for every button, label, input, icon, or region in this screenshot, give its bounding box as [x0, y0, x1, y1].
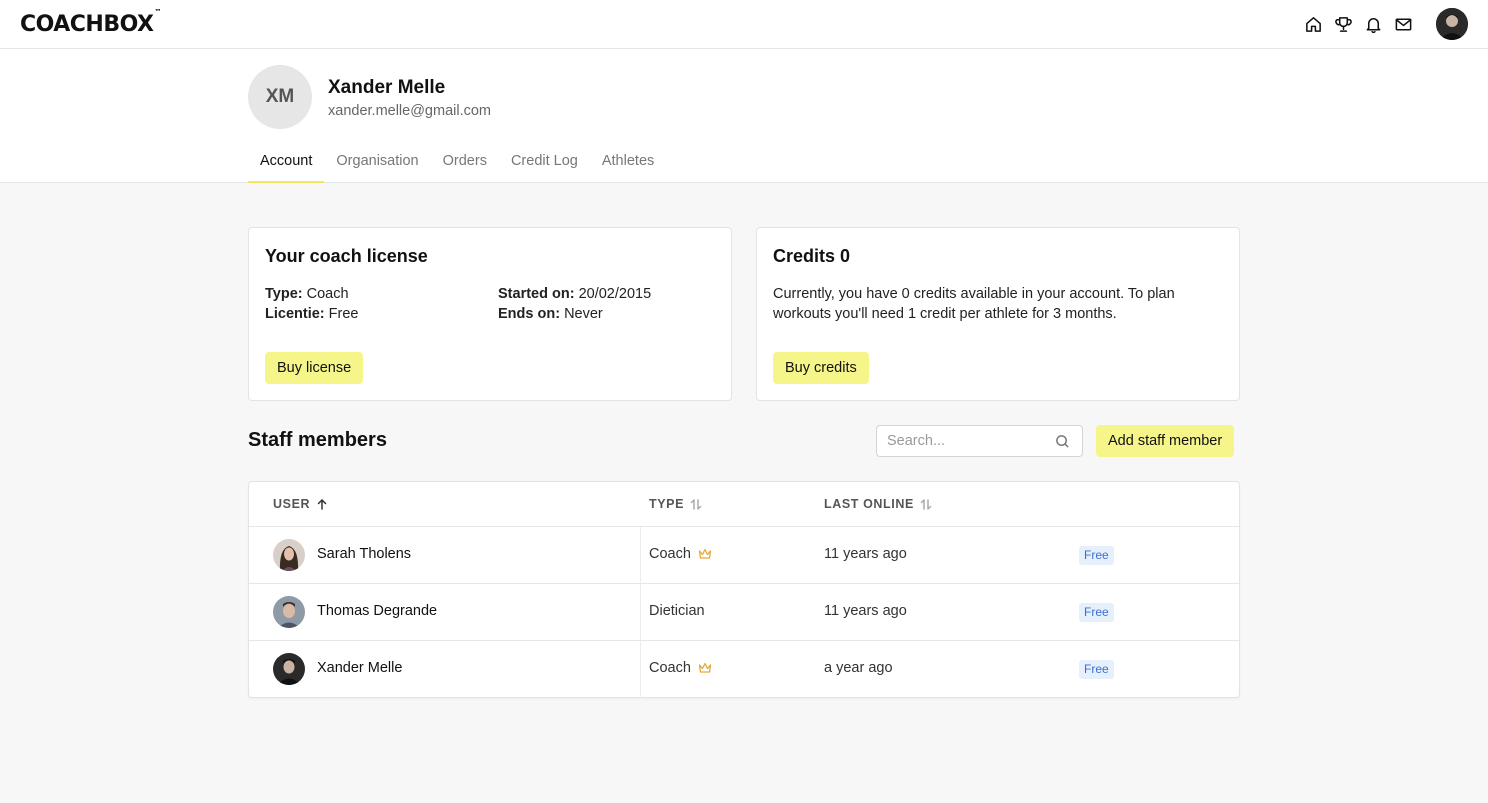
profile-tabs: Account Organisation Orders Credit Log A…: [248, 143, 666, 183]
last-online: 11 years ago: [824, 603, 907, 619]
top-nav-icons: [1298, 8, 1468, 40]
tab-athletes[interactable]: Athletes: [590, 143, 666, 183]
profile-initials-avatar: XM: [248, 65, 312, 129]
sort-icon: [690, 498, 702, 510]
home-icon[interactable]: [1298, 8, 1328, 40]
staff-members-title: Staff members: [248, 429, 387, 451]
sort-icon: [920, 498, 932, 510]
staff-table: USER TYPE LAST ONLINE Sarah Tholens Coac…: [248, 481, 1240, 698]
column-header-user[interactable]: USER: [273, 497, 328, 511]
bell-icon[interactable]: [1358, 8, 1388, 40]
license-badge: Free: [1079, 603, 1114, 622]
trophy-icon[interactable]: [1328, 8, 1358, 40]
user-avatar[interactable]: [1436, 8, 1468, 40]
user-type: Coach: [649, 546, 712, 562]
add-staff-member-button[interactable]: Add staff member: [1096, 425, 1235, 457]
buy-license-button[interactable]: Buy license: [265, 352, 364, 384]
license-type: Type: Coach: [265, 286, 349, 302]
tab-orders[interactable]: Orders: [431, 143, 499, 183]
buy-credits-button[interactable]: Buy credits: [773, 352, 869, 384]
profile-name: Xander Melle: [328, 77, 446, 98]
tab-organisation[interactable]: Organisation: [324, 143, 430, 183]
credits-card: Credits 0 Currently, you have 0 credits …: [756, 227, 1240, 401]
sort-ascending-icon: [317, 498, 327, 510]
license-card-title: Your coach license: [265, 246, 428, 266]
avatar: [273, 653, 305, 685]
license-started-on: Started on: 20/02/2015: [498, 286, 652, 302]
staff-search[interactable]: [876, 425, 1083, 457]
crown-icon: [698, 548, 712, 560]
column-header-last-online[interactable]: LAST ONLINE: [824, 497, 932, 511]
avatar: [273, 596, 305, 628]
table-row[interactable]: Xander Melle Coach a year ago Free: [249, 641, 1239, 698]
credits-card-title: Credits 0: [773, 246, 851, 266]
user-type: Coach: [649, 660, 712, 676]
table-header: USER TYPE LAST ONLINE: [249, 482, 1239, 527]
search-icon[interactable]: [1055, 434, 1070, 449]
table-row[interactable]: Sarah Tholens Coach 11 years ago Free: [249, 527, 1239, 584]
license-ends-on: Ends on: Never: [498, 306, 603, 322]
search-input[interactable]: [877, 426, 1047, 456]
last-online: a year ago: [824, 660, 893, 676]
coachbox-logo[interactable]: COACHBOX™: [20, 8, 161, 37]
tab-credit-log[interactable]: Credit Log: [499, 143, 590, 183]
crown-icon: [698, 662, 712, 674]
user-name[interactable]: Thomas Degrande: [317, 603, 437, 619]
tab-account[interactable]: Account: [248, 143, 325, 183]
profile-email: xander.melle@gmail.com: [328, 103, 492, 119]
user-name[interactable]: Xander Melle: [317, 660, 402, 676]
column-header-type[interactable]: TYPE: [649, 497, 702, 511]
license-badge: Free: [1079, 660, 1114, 679]
license-badge: Free: [1079, 546, 1114, 565]
avatar: [273, 539, 305, 571]
table-row[interactable]: Thomas Degrande Dietician 11 years ago F…: [249, 584, 1239, 641]
license-card: Your coach license Type: Coach Licentie:…: [248, 227, 732, 401]
last-online: 11 years ago: [824, 546, 907, 562]
user-type: Dietician: [649, 603, 705, 619]
mail-icon[interactable]: [1388, 8, 1418, 40]
credits-description: Currently, you have 0 credits available …: [773, 286, 1175, 322]
user-name[interactable]: Sarah Tholens: [317, 546, 411, 562]
profile-header: XM Xander Melle xander.melle@gmail.com A…: [0, 49, 1488, 183]
top-nav: COACHBOX™: [0, 0, 1488, 49]
license-licentie: Licentie: Free: [265, 306, 359, 322]
